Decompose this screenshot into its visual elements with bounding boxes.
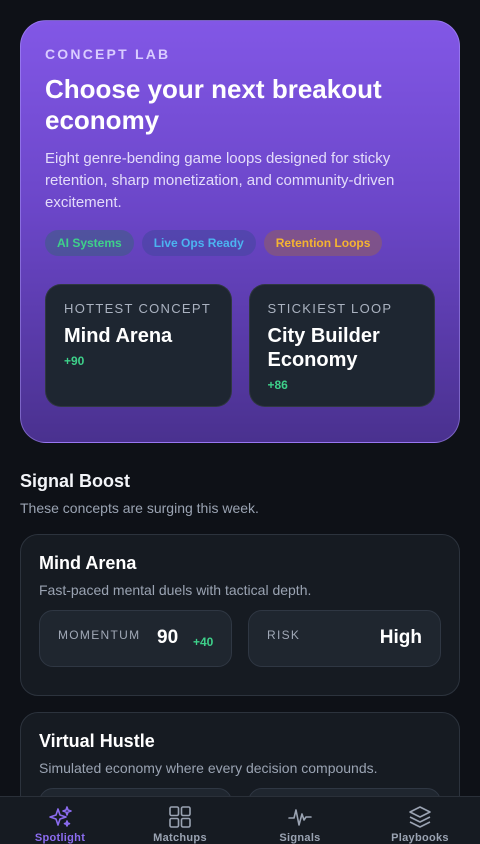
concept-metrics <box>39 788 441 796</box>
stickiest-loop-card[interactable]: STICKIEST LOOP City Builder Economy +86 <box>248 284 435 407</box>
chip-ai-systems[interactable]: AI Systems <box>45 230 134 256</box>
hero-subtitle: Eight genre-bending game loops designed … <box>45 150 395 211</box>
hottest-concept-delta: +90 <box>64 354 85 368</box>
momentum-label: MOMENTUM <box>58 628 141 642</box>
momentum-value: 90 <box>157 627 179 648</box>
main-scroll-area[interactable]: CONCEPT LAB Choose your next breakout ec… <box>0 0 480 796</box>
hero-title: Choose your next breakout economy <box>45 74 382 135</box>
bottom-nav: Spotlight Matchups Signals Playbooks <box>0 796 480 844</box>
concept-description: Fast-paced mental duels with tactical de… <box>39 582 312 598</box>
nav-matchups-label: Matchups <box>153 832 207 844</box>
chip-live-ops-ready[interactable]: Live Ops Ready <box>141 230 256 256</box>
hero-card: CONCEPT LAB Choose your next breakout ec… <box>20 20 460 443</box>
concept-description: Simulated economy where every decision c… <box>39 760 378 776</box>
hottest-concept-card[interactable]: HOTTEST CONCEPT Mind Arena +90 <box>45 284 232 407</box>
nav-playbooks-label: Playbooks <box>391 832 449 844</box>
concept-card-mind-arena[interactable]: Mind Arena Fast-paced mental duels with … <box>20 534 460 696</box>
nav-matchups[interactable]: Matchups <box>120 797 240 844</box>
hottest-concept-name: Mind Arena <box>64 325 173 347</box>
nav-signals-label: Signals <box>279 832 321 844</box>
layers-icon <box>409 806 431 828</box>
metric-box <box>39 788 232 796</box>
nav-signals[interactable]: Signals <box>240 797 360 844</box>
stickiest-loop-name: City Builder Economy <box>267 325 380 371</box>
risk-value: High <box>379 627 422 648</box>
momentum-delta: +40 <box>193 635 214 649</box>
momentum-metric: MOMENTUM 90 +40 <box>39 610 232 667</box>
section-title: Signal Boost <box>20 471 131 491</box>
stickiest-loop-label: STICKIEST LOOP <box>267 301 393 316</box>
hero-highlight-cards: HOTTEST CONCEPT Mind Arena +90 STICKIEST… <box>45 284 435 407</box>
concept-card-virtual-hustle[interactable]: Virtual Hustle Simulated economy where e… <box>20 712 460 796</box>
grid-icon <box>169 806 191 828</box>
risk-label: RISK <box>267 628 301 642</box>
stickiest-loop-delta: +86 <box>267 378 288 392</box>
sparkles-icon <box>49 806 72 827</box>
concept-metrics: MOMENTUM 90 +40 RISK High <box>39 610 441 667</box>
tag-chips: AI Systems Live Ops Ready Retention Loop… <box>45 230 435 256</box>
risk-metric: RISK High <box>248 610 441 667</box>
hero-eyebrow: CONCEPT LAB <box>45 46 171 62</box>
hottest-concept-label: HOTTEST CONCEPT <box>64 301 212 316</box>
chip-retention-loops[interactable]: Retention Loops <box>263 230 383 256</box>
nav-spotlight-label: Spotlight <box>34 832 86 844</box>
concept-name: Mind Arena <box>39 553 137 573</box>
nav-playbooks[interactable]: Playbooks <box>360 797 480 844</box>
pulse-icon <box>288 809 312 826</box>
concept-name: Virtual Hustle <box>39 731 155 751</box>
metric-box <box>248 788 441 796</box>
nav-spotlight[interactable]: Spotlight <box>0 797 120 844</box>
section-subtitle: These concepts are surging this week. <box>20 500 259 516</box>
